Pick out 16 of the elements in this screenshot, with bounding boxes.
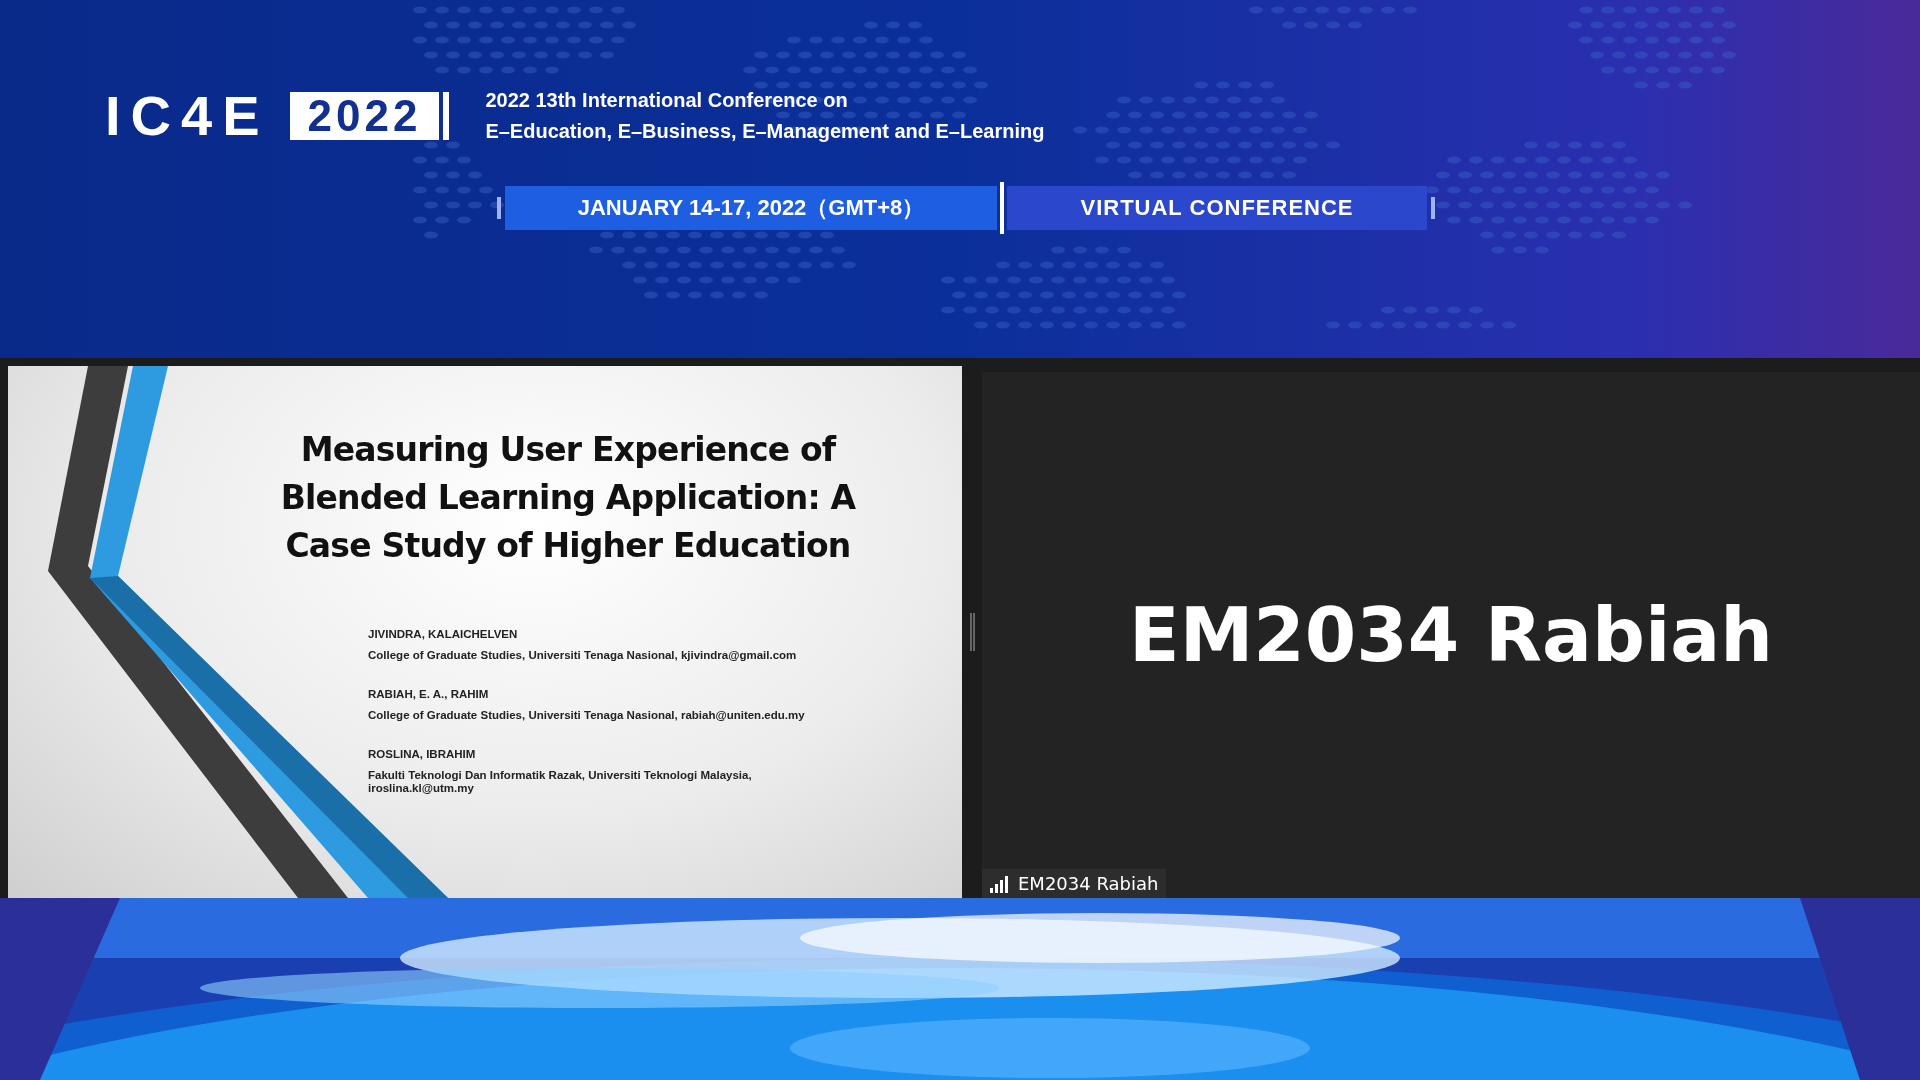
author-affiliation: College of Graduate Studies, Universiti Tenaga Nasional, rabiah@uniten.edu.my — [368, 709, 806, 722]
logo-acronym: IC4E — [105, 88, 270, 144]
conference-title: 2022 13th International Conference on — [485, 89, 849, 112]
resize-handle[interactable] — [969, 613, 975, 651]
conference-title: E–Education, E–Business, E–Management and E–Learning — [485, 120, 1045, 143]
author-name: ROSLINA, IBRAHIM — [368, 748, 477, 760]
author-affiliation: Fakulti Teknologi Dan Informatik Razak, Universiti Teknologi Malaysia, iroslina.kl@utm.my — [368, 769, 753, 795]
author-name: RABIAH, E. A., RAHIM — [368, 688, 490, 700]
date-banner: JANUARY 14-17, 2022（GMT+8） — [505, 186, 997, 230]
slide-title: Measuring User Experience of Blended Learning Application: A Case Study of Higher Education — [279, 429, 857, 567]
author-name: JIVINDRA, KALAICHELVEN — [368, 628, 519, 640]
participant-name: EM2034 Rabiah — [1129, 592, 1773, 678]
participant-label: EM2034 Rabiah — [1018, 873, 1159, 894]
signal-icon — [990, 874, 1010, 893]
format-banner: VIRTUAL CONFERENCE — [1007, 186, 1427, 230]
author-affiliation: College of Graduate Studies, Universiti Tenaga Nasional, kjivindra@gmail.com — [368, 649, 798, 662]
